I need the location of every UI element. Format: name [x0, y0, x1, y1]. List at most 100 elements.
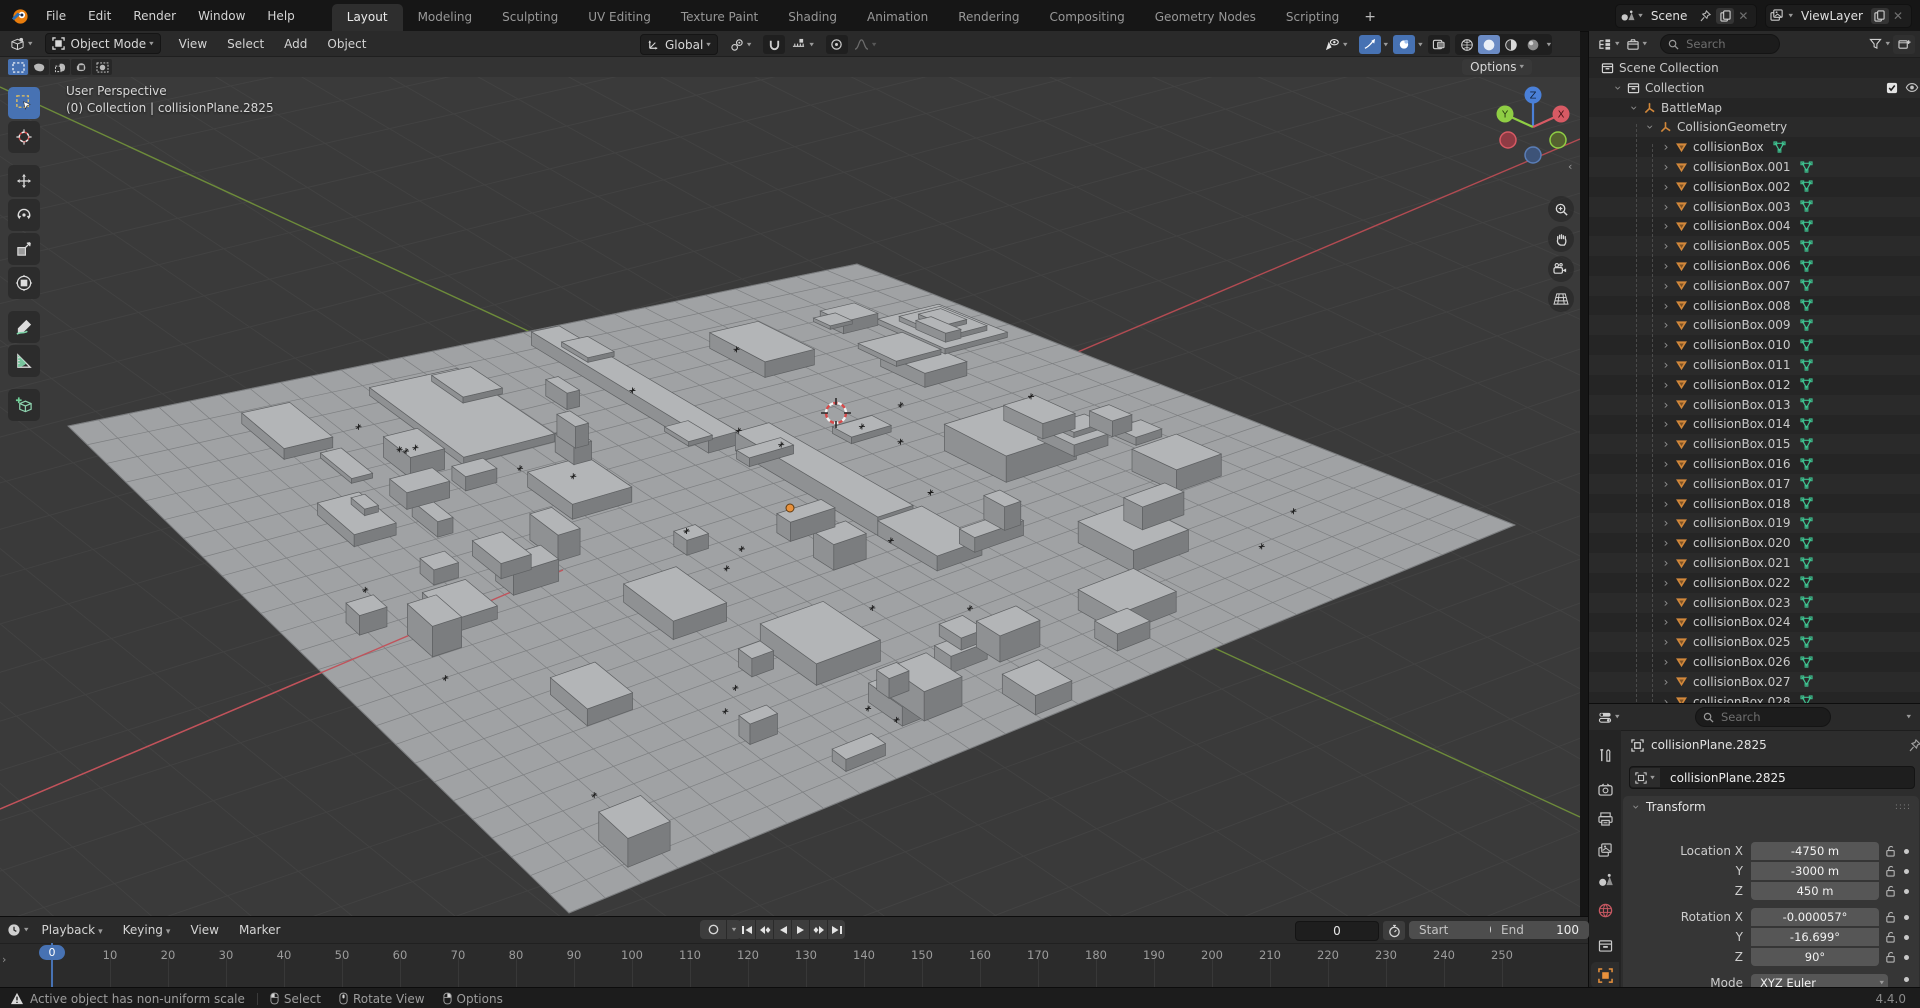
properties-tab-view-layer[interactable] [1591, 837, 1619, 863]
workspace-tab-geometry-nodes[interactable]: Geometry Nodes [1140, 4, 1271, 31]
outliner-row-collisionbox-011[interactable]: ›collisionBox.011 [1589, 355, 1920, 375]
outliner-row-collisionbox[interactable]: ›collisionBox [1589, 137, 1920, 157]
disclosure-icon[interactable]: › [1661, 378, 1671, 392]
disclosure-icon[interactable]: › [1661, 695, 1671, 703]
shading-solid-button[interactable] [1478, 35, 1500, 54]
transform-orientation-dropdown[interactable]: Global ▾ [640, 34, 718, 55]
disclosure-icon[interactable]: › [1627, 103, 1641, 113]
collapse-sidebar-icon[interactable]: ‹ [1568, 160, 1572, 173]
outliner-row-collisionbox-002[interactable]: ›collisionBox.002 [1589, 177, 1920, 197]
tool-add-cube-button[interactable] [8, 389, 40, 421]
disclosure-icon[interactable]: › [1661, 398, 1671, 412]
tool-move-button[interactable] [8, 165, 40, 197]
previous-keyframe-button[interactable] [756, 920, 773, 939]
viewport-menu-object[interactable]: Object [317, 37, 376, 51]
animate-dot-icon[interactable] [1904, 915, 1909, 920]
new-scene-icon[interactable] [1716, 8, 1734, 24]
auto-keying-toggle[interactable] [700, 920, 726, 939]
object-name-field[interactable]: ▾ collisionPlane.2825 [1629, 766, 1915, 789]
disclosure-icon[interactable]: › [1643, 122, 1657, 132]
tool-annotate-button[interactable] [8, 311, 40, 343]
editor-type-button[interactable]: ▾ [4, 34, 39, 53]
disclosure-icon[interactable]: › [1661, 338, 1671, 352]
menu-window[interactable]: Window [187, 9, 256, 23]
current-frame-field[interactable]: 0 [1295, 921, 1379, 941]
new-viewlayer-icon[interactable] [1871, 8, 1889, 24]
shading-dropdown[interactable]: ▾ [1547, 41, 1552, 49]
menu-file[interactable]: File [35, 9, 77, 23]
options-dropdown[interactable]: Options ▾ [1462, 59, 1532, 75]
location-z-value[interactable]: 450 m [1751, 882, 1879, 900]
properties-tab-scene[interactable] [1591, 867, 1619, 893]
disclosure-icon[interactable]: › [1661, 279, 1671, 293]
gizmo-x-neg-axis[interactable] [1500, 132, 1516, 148]
select-mode-set-button[interactable] [8, 59, 28, 75]
timeline-menu-playback[interactable]: Playback▾ [32, 923, 113, 937]
lock-open-icon[interactable] [1885, 911, 1896, 923]
disclosure-icon[interactable]: › [1661, 219, 1671, 233]
workspace-tab-texture-paint[interactable]: Texture Paint [666, 4, 773, 31]
properties-tab-world[interactable] [1591, 897, 1619, 923]
outliner-row-collisionbox-013[interactable]: ›collisionBox.013 [1589, 395, 1920, 415]
timeline-editor-type-button[interactable]: ▾ [4, 921, 32, 940]
tool-measure-button[interactable] [8, 345, 40, 377]
workspace-tab-animation[interactable]: Animation [852, 4, 943, 31]
lock-open-icon[interactable] [1885, 845, 1896, 857]
select-mode-invert-button[interactable] [71, 59, 91, 75]
workspace-tab-rendering[interactable]: Rendering [943, 4, 1034, 31]
timeline-menu-keying[interactable]: Keying▾ [113, 923, 181, 937]
menu-render[interactable]: Render [122, 9, 187, 23]
outliner-row-collisionbox-025[interactable]: ›collisionBox.025 [1589, 632, 1920, 652]
timeline-expand-icon[interactable]: › [2, 953, 6, 966]
add-workspace-button[interactable]: + [1354, 5, 1386, 31]
outliner-row-collection[interactable]: ›Collection [1589, 78, 1920, 98]
outliner-search[interactable] [1660, 34, 1780, 54]
outliner-row-collisionbox-026[interactable]: ›collisionBox.026 [1589, 652, 1920, 672]
tool-select-box-button[interactable] [8, 87, 40, 119]
animate-dot-icon[interactable] [1904, 955, 1909, 960]
workspace-tab-sculpting[interactable]: Sculpting [487, 4, 573, 31]
outliner-row-collisionbox-019[interactable]: ›collisionBox.019 [1589, 513, 1920, 533]
workspace-tab-shading[interactable]: Shading [773, 4, 852, 31]
overlays-dropdown[interactable]: ▾ [1418, 41, 1423, 49]
viewlayer-name[interactable]: ViewLayer [1793, 9, 1871, 23]
pin-icon[interactable] [1909, 739, 1920, 752]
disclosure-icon[interactable]: › [1611, 83, 1625, 93]
tool-cursor-button[interactable] [8, 121, 40, 153]
viewlayer-selector[interactable]: ▾ ViewLayer ✕ [1765, 4, 1912, 28]
disclosure-icon[interactable]: › [1661, 635, 1671, 649]
pivot-point-dropdown[interactable]: ▾ [724, 35, 758, 54]
outliner-search-input[interactable] [1684, 36, 1772, 52]
disclosure-icon[interactable]: › [1661, 318, 1671, 332]
outliner-display-mode-dropdown[interactable]: ▾ [1595, 35, 1623, 54]
select-mode-intersect-button[interactable] [92, 59, 112, 75]
animate-dot-icon[interactable] [1904, 849, 1909, 854]
lock-open-icon[interactable] [1885, 885, 1896, 897]
proportional-editing-toggle[interactable] [826, 35, 848, 54]
timeline-menu-view[interactable]: View [180, 923, 228, 937]
pan-view-button[interactable] [1548, 226, 1574, 252]
viewport-menu-view[interactable]: View [169, 37, 217, 51]
blender-logo-icon[interactable] [10, 6, 29, 25]
properties-search[interactable] [1695, 707, 1831, 727]
proportional-falloff-dropdown[interactable]: ▾ [848, 35, 883, 54]
scene-name[interactable]: Scene [1643, 9, 1696, 23]
properties-editor-type-button[interactable]: ▾ [1595, 708, 1623, 727]
timeline-menu-marker[interactable]: Marker [229, 923, 290, 937]
show-overlays-toggle[interactable] [1393, 35, 1415, 54]
outliner-row-collisionbox-003[interactable]: ›collisionBox.003 [1589, 197, 1920, 217]
disclosure-icon[interactable]: › [1661, 417, 1671, 431]
disclosure-icon[interactable]: › [1661, 457, 1671, 471]
shading-rendered-button[interactable] [1522, 35, 1544, 54]
rotation-y-value[interactable]: -16.699° [1751, 928, 1879, 946]
disclosure-icon[interactable]: › [1661, 200, 1671, 214]
properties-tab-collection[interactable] [1591, 932, 1619, 958]
lock-open-icon[interactable] [1885, 951, 1896, 963]
outliner-row-scene-collection[interactable]: Scene Collection [1589, 58, 1920, 78]
toggle-orthographic-button[interactable] [1548, 286, 1574, 312]
lock-open-icon[interactable] [1885, 865, 1896, 877]
show-gizmo-toggle[interactable] [1359, 35, 1381, 54]
snap-target-dropdown[interactable]: ▾ [785, 35, 820, 54]
transform-panel-header[interactable]: › Transform :::: [1623, 796, 1919, 818]
animate-dot-icon[interactable] [1904, 869, 1909, 874]
